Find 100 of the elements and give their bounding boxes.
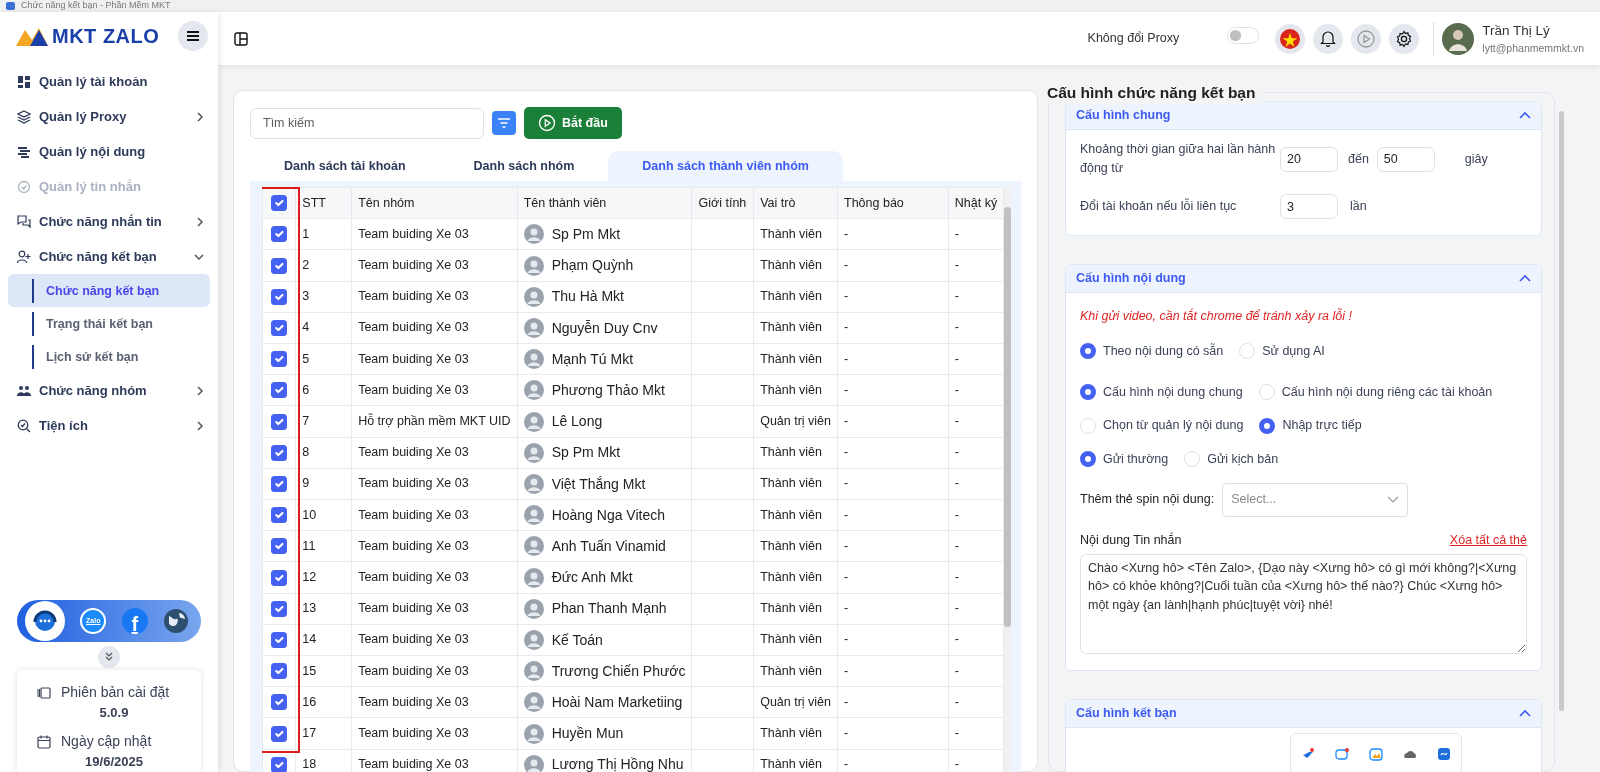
- search-field[interactable]: Tìm kiếm: [250, 107, 484, 139]
- sidebar-item[interactable]: Chức năng nhóm: [0, 373, 218, 408]
- radio-button[interactable]: [1259, 417, 1276, 434]
- option-label: Nhập trực tiếp: [1282, 417, 1362, 435]
- scrollbar[interactable]: [1004, 187, 1011, 772]
- table-cell: -: [948, 561, 1004, 594]
- member-name: Phạm Quỳnh: [551, 257, 634, 274]
- bell-button[interactable]: [1313, 23, 1344, 54]
- menu-button[interactable]: [178, 21, 208, 51]
- table-cell: Team buiding Xe 03: [351, 499, 518, 531]
- row-checkbox[interactable]: [271, 507, 288, 524]
- chat-badge-icon[interactable]: [1335, 747, 1349, 761]
- row-checkbox[interactable]: [271, 382, 288, 399]
- version-number: 5.0.9: [98, 704, 130, 722]
- clear-tags-link[interactable]: Xóa tất cả thẻ: [1449, 530, 1527, 550]
- submenu-item[interactable]: Trạng thái kết bạn: [8, 307, 210, 340]
- settings-button[interactable]: [1389, 23, 1420, 54]
- table-cell: 11: [295, 530, 352, 562]
- table-cell: Team buiding Xe 03: [351, 561, 518, 594]
- select-field[interactable]: Select...: [1222, 482, 1409, 517]
- sidebar-item[interactable]: Quản lý nội dung: [0, 134, 218, 169]
- table-cell: -: [837, 374, 949, 406]
- section-title: Cấu hình kết bạn: [1076, 704, 1177, 722]
- table-cell: Hỗ trợ phần mềm MKT UID: [351, 405, 518, 438]
- section-header[interactable]: Cấu hình kết bạn: [1066, 699, 1541, 728]
- row-checkbox[interactable]: [271, 413, 288, 430]
- support-button[interactable]: [24, 601, 65, 641]
- number-field[interactable]: 20: [1280, 146, 1338, 172]
- facebook-link[interactable]: f: [121, 608, 148, 634]
- tab[interactable]: Danh sách tài khoản: [250, 151, 440, 181]
- row-checkbox[interactable]: [271, 569, 288, 586]
- section-header[interactable]: Cấu hình nội dung: [1066, 265, 1541, 293]
- table-cell: -: [837, 655, 949, 687]
- member-name: Mạnh Tú Mkt: [551, 350, 634, 368]
- stack-icon: [17, 144, 31, 159]
- tab[interactable]: Danh sách nhóm: [439, 151, 609, 181]
- play-button[interactable]: [1351, 23, 1382, 54]
- row-checkbox[interactable]: [271, 226, 288, 243]
- photo-icon[interactable]: [1369, 747, 1383, 761]
- row-checkbox[interactable]: [271, 475, 288, 492]
- table-cell: Quản trị viên: [753, 686, 838, 718]
- member-name: Sp Pm Mkt: [551, 444, 621, 462]
- globe-icon[interactable]: [163, 608, 190, 634]
- sidebar-item[interactable]: Chức năng nhắn tin: [0, 204, 218, 239]
- table-cell: -: [837, 405, 949, 438]
- chevron-right-icon: [196, 215, 204, 228]
- filter-button[interactable]: [492, 111, 516, 135]
- row-checkbox[interactable]: [271, 351, 288, 368]
- avatar-icon: [523, 661, 544, 682]
- table-cell: Team buiding Xe 03: [351, 686, 518, 718]
- check-circle-icon: [17, 179, 31, 194]
- radio-button[interactable]: [1080, 343, 1096, 360]
- table-cell: Thành viên: [753, 499, 838, 531]
- row-checkbox[interactable]: [271, 444, 288, 461]
- select-all-checkbox[interactable]: [271, 195, 288, 212]
- chevron-right-icon: [196, 384, 204, 397]
- row-checkbox[interactable]: [271, 538, 288, 555]
- expand-button[interactable]: [98, 646, 120, 668]
- row-checkbox[interactable]: [271, 663, 288, 680]
- row-checkbox[interactable]: [271, 257, 288, 274]
- app-icon[interactable]: [1437, 747, 1451, 761]
- avatar-icon: [523, 255, 544, 276]
- tab[interactable]: Danh sách thành viên nhóm: [608, 151, 843, 181]
- table-cell: Thành viên: [753, 343, 838, 375]
- radio-button[interactable]: [1080, 383, 1096, 400]
- column-header: Vai trò: [753, 187, 838, 219]
- sidebar-item[interactable]: Quản lý tài khoản: [0, 64, 218, 99]
- version-label: Phiên bản cài đặt: [61, 683, 170, 702]
- row-checkbox[interactable]: [271, 288, 288, 305]
- radio-button[interactable]: [1080, 451, 1096, 468]
- row-checkbox[interactable]: [271, 694, 288, 711]
- row-checkbox[interactable]: [271, 600, 288, 617]
- chevron-down-icon: [194, 251, 204, 262]
- table-cell: Thành viên: [753, 468, 838, 500]
- number-field[interactable]: 3: [1280, 194, 1338, 219]
- row-checkbox[interactable]: [271, 756, 288, 772]
- table-cell: Team buiding Xe 03: [351, 717, 518, 750]
- table-cell: Team buiding Xe 03: [351, 468, 518, 500]
- table-cell: -: [948, 593, 1004, 625]
- section-header[interactable]: Cấu hình chung: [1066, 102, 1541, 130]
- flag-button[interactable]: [1275, 23, 1306, 54]
- sidebar-item[interactable]: Quản lý Proxy: [0, 99, 218, 134]
- member-name: Nguyễn Duy Cnv: [551, 319, 658, 337]
- table-cell: -: [948, 499, 1004, 531]
- number-field[interactable]: 50: [1376, 146, 1435, 172]
- scrollbar[interactable]: [1559, 111, 1564, 711]
- row-checkbox[interactable]: [271, 319, 288, 336]
- proxy-switch[interactable]: [1227, 26, 1260, 44]
- submenu-item[interactable]: Chức năng kết bạn: [8, 274, 210, 307]
- sidebar-item[interactable]: Chức năng kết bạn: [0, 239, 218, 274]
- layout-icon[interactable]: [234, 31, 248, 46]
- row-checkbox[interactable]: [271, 631, 288, 648]
- sidebar-item[interactable]: Tiện ích: [0, 408, 218, 443]
- table-cell: Team buiding Xe 03: [351, 249, 518, 282]
- table-cell: -: [837, 281, 949, 313]
- row-checkbox[interactable]: [271, 725, 288, 742]
- message-field[interactable]: Chào <Xưng hô> <Tên Zalo>, {Dạo này <Xưng hô> có gì mới không?|<Xưng hô> có khỏe không?|Cuối tuần của <Xưng hô> thế nào?} Chúc <Xưng hô> một ngày {an lành|hạnh phúc|tuyệt vời} nhé!: [1080, 553, 1527, 654]
- start-button[interactable]: Bắt đầu: [524, 107, 622, 139]
- member-name: Huyền Mun: [551, 725, 624, 742]
- submenu-item[interactable]: Lịch sử kết bạn: [8, 340, 210, 373]
